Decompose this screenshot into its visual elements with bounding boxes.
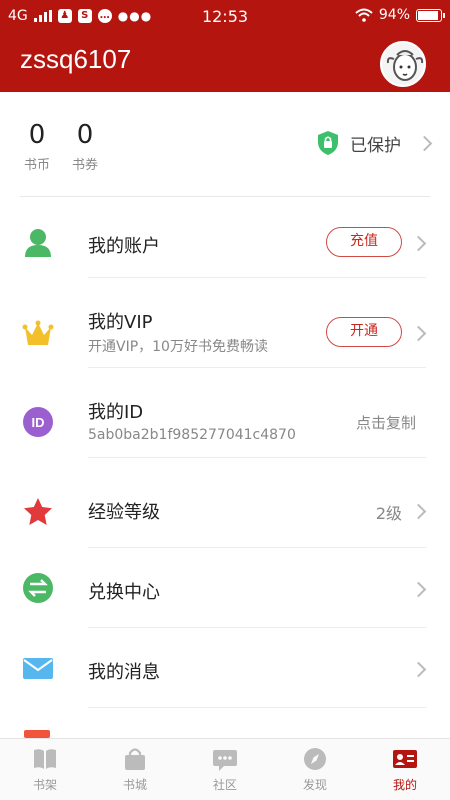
divider	[88, 367, 426, 368]
battery-icon	[416, 8, 445, 22]
divider	[88, 457, 426, 458]
username: zssq6107	[20, 44, 132, 74]
svg-text:ID: ID	[32, 415, 45, 430]
tab-label: 我的	[392, 778, 417, 792]
bookshelf-icon	[34, 749, 56, 769]
protection-status: 已保护	[350, 135, 401, 156]
level-value: 2级	[375, 504, 402, 523]
tab-mine[interactable]: 我的	[370, 747, 440, 793]
menu-label: 兑换中心	[88, 582, 160, 603]
chevron-right-icon	[410, 235, 427, 252]
tab-bookstore[interactable]: 书城	[100, 747, 170, 793]
chevron-right-icon	[410, 661, 427, 678]
header-bar: 4G ♟ S … ●●● 12:53 94% zssq6107	[0, 0, 450, 92]
coins-stat[interactable]: 0 书币	[17, 120, 57, 173]
account-protection[interactable]: 已保护	[316, 130, 433, 156]
status-bar: 4G ♟ S … ●●● 12:53 94%	[0, 0, 450, 32]
chevron-right-icon	[410, 581, 427, 598]
vouchers-label: 书券	[71, 158, 98, 173]
avatar[interactable]	[380, 41, 426, 87]
menu-item-account[interactable]: 我的账户 充值	[0, 198, 450, 278]
menu-subtitle: 开通VIP，10万好书免费畅读	[88, 339, 268, 355]
sheep-avatar-icon	[386, 50, 424, 81]
divider	[20, 196, 430, 197]
tab-label: 发现	[302, 778, 327, 792]
menu-item-level[interactable]: 经验等级 2级	[0, 468, 450, 548]
activate-vip-button[interactable]: 开通	[326, 317, 402, 347]
tab-community[interactable]: 社区	[190, 747, 260, 793]
menu-item-partial[interactable]	[0, 708, 450, 738]
menu-item-vip[interactable]: 我的VIP 开通VIP，10万好书免费畅读 开通	[0, 288, 450, 368]
user-id-value: 5ab0ba2b1f985277041c4870	[88, 427, 296, 443]
tab-bookshelf[interactable]: 书架	[10, 747, 80, 793]
tab-discover[interactable]: 发现	[280, 747, 350, 793]
menu-item-messages[interactable]: 我的消息	[0, 628, 450, 708]
chevron-right-icon	[410, 503, 427, 520]
wallet-summary: 0 书币 0 书券 已保护	[0, 92, 450, 198]
mail-icon	[23, 658, 53, 679]
menu-item-icon	[24, 730, 50, 738]
chat-bubble-icon	[213, 750, 237, 771]
compass-icon	[304, 748, 326, 770]
vouchers-stat[interactable]: 0 书券	[65, 120, 105, 173]
tab-label: 社区	[212, 778, 237, 792]
tab-label: 书城	[122, 778, 147, 792]
id-badge-icon: ID	[23, 407, 53, 437]
shield-lock-icon	[318, 131, 338, 155]
menu-item-exchange[interactable]: 兑换中心	[0, 548, 450, 628]
chevron-right-icon	[416, 135, 433, 151]
star-icon	[24, 498, 52, 525]
menu-label: 我的消息	[88, 662, 160, 683]
id-card-icon	[393, 750, 417, 768]
bottom-tab-bar: 书架 书城 社区 发现 我的	[0, 738, 450, 800]
menu-label: 我的VIP	[88, 312, 153, 333]
battery-percent: 94%	[378, 7, 410, 23]
coins-value: 0	[28, 120, 46, 150]
menu-item-id[interactable]: ID 我的ID 5ab0ba2b1f985277041c4870 点击复制	[0, 378, 450, 458]
copy-id-button[interactable]: 点击复制	[356, 412, 416, 433]
coins-label: 书币	[23, 158, 50, 173]
divider	[88, 277, 426, 278]
tab-label: 书架	[32, 778, 57, 792]
menu-label: 我的ID	[88, 402, 144, 423]
menu-label: 我的账户	[88, 236, 160, 257]
crown-icon	[22, 320, 54, 345]
user-icon	[25, 229, 51, 257]
vouchers-value: 0	[76, 120, 94, 150]
wifi-icon	[355, 8, 373, 22]
exchange-icon	[23, 573, 53, 603]
menu-label: 经验等级	[88, 502, 160, 523]
recharge-button[interactable]: 充值	[326, 227, 402, 257]
shopping-bag-icon	[125, 748, 145, 770]
chevron-right-icon	[410, 325, 427, 342]
